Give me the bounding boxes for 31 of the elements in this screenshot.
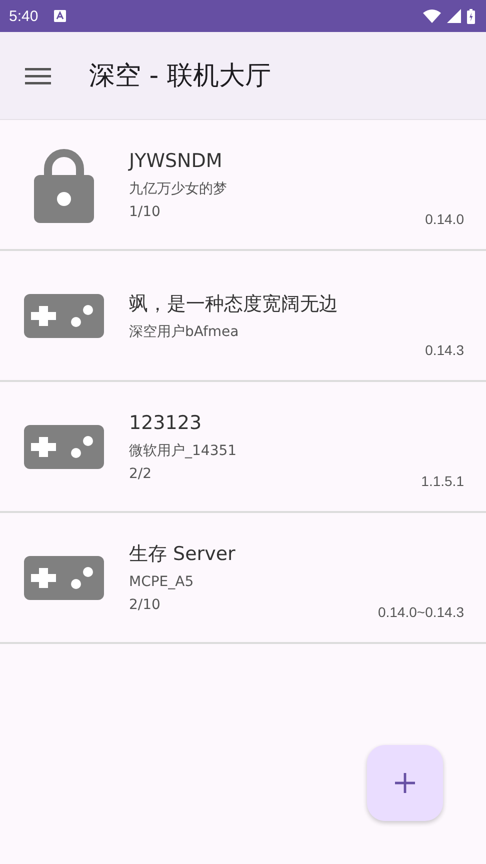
host-name: 深空用户bAfmea <box>129 322 240 342</box>
player-count: 2/10 <box>129 596 162 615</box>
room-name: 生存 Server <box>129 542 236 567</box>
room-name: 123123 <box>129 411 203 436</box>
room-item[interactable]: 飒，是一种态度宽阔无边 深空用户bAfmea 0.14.3 <box>0 251 486 382</box>
signal-icon <box>447 9 461 23</box>
version-label: 1.1.5.1 <box>421 473 464 489</box>
gamepad-icon <box>24 424 104 468</box>
version-label: 0.14.0~0.14.3 <box>378 604 464 620</box>
player-count: 1/10 <box>129 203 162 222</box>
app-title: 深空 - 联机大厅 <box>89 60 271 93</box>
host-name: 微软用户_14351 <box>129 442 238 461</box>
room-item[interactable]: 生存 Server MCPE_A5 2/10 0.14.0~0.14.3 <box>0 513 486 644</box>
room-name: JYWSNDM <box>129 149 224 174</box>
host-name: MCPE_A5 <box>129 573 195 592</box>
room-item[interactable]: 123123 微软用户_14351 2/2 1.1.5.1 <box>0 382 486 513</box>
plus-icon <box>395 773 415 793</box>
host-name: 九亿万少女的梦 <box>129 180 228 199</box>
battery-icon <box>467 8 475 24</box>
wifi-icon <box>423 9 441 23</box>
version-label: 0.14.0 <box>425 211 464 227</box>
notification-icon <box>54 10 66 22</box>
room-item[interactable]: JYWSNDM 九亿万少女的梦 1/10 0.14.0 <box>0 120 486 251</box>
version-label: 0.14.3 <box>425 342 464 358</box>
clock: 5:40 <box>9 8 38 24</box>
menu-icon <box>25 66 51 84</box>
room-name: 飒，是一种态度宽阔无边 <box>129 292 339 316</box>
lock-icon <box>34 146 94 222</box>
gamepad-icon <box>24 294 104 338</box>
gamepad-icon <box>24 556 104 600</box>
player-count: 2/2 <box>129 465 153 484</box>
